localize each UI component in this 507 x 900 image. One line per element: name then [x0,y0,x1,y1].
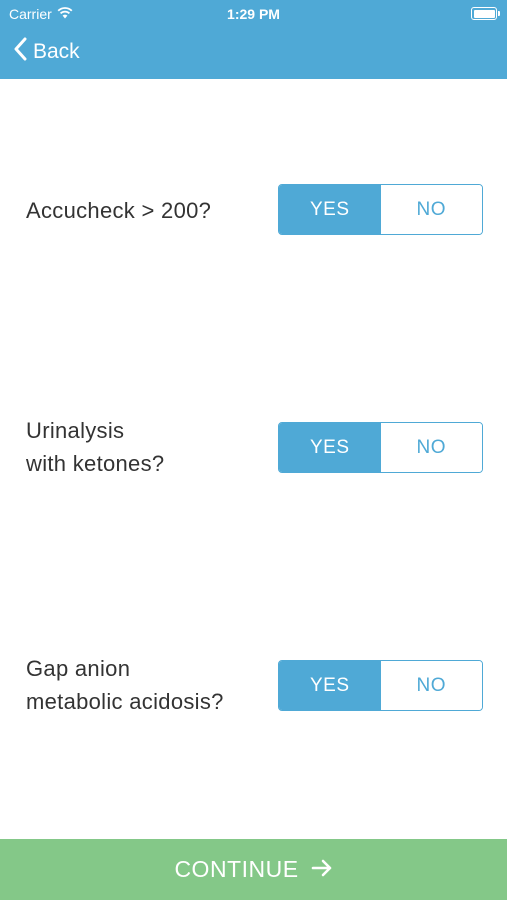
question-label-line: Urinalysis [26,418,125,443]
question-gap-anion: Gap anion metabolic acidosis? YES NO [0,656,507,714]
no-option[interactable]: NO [380,185,482,234]
chevron-left-icon [13,37,27,67]
yes-option[interactable]: YES [279,185,381,234]
yes-option[interactable]: YES [279,661,381,710]
question-label-line: metabolic acidosis? [26,689,224,714]
back-button[interactable]: Back [13,37,80,67]
back-label: Back [33,40,80,63]
no-option[interactable]: NO [380,661,482,710]
no-option[interactable]: NO [380,423,482,472]
question-label-line: Accucheck > 200? [26,198,212,223]
question-label: Accucheck > 200? [26,194,211,227]
arrow-right-icon [311,856,333,883]
question-label-line: with ketones? [26,451,165,476]
continue-label: CONTINUE [174,856,299,882]
top-header: Carrier 1:29 PM Back [0,0,507,79]
yes-no-toggle: YES NO [278,184,483,235]
question-label: Gap anion metabolic acidosis? [26,652,224,718]
question-label-line: Gap anion [26,656,131,681]
yes-option[interactable]: YES [279,423,381,472]
question-label: Urinalysis with ketones? [26,414,164,480]
battery-icon [471,7,500,20]
continue-button[interactable]: CONTINUE [0,839,507,900]
yes-no-toggle: YES NO [278,422,483,473]
status-time: 1:29 PM [227,6,280,22]
question-urinalysis: Urinalysis with ketones? YES NO [0,418,507,476]
yes-no-toggle: YES NO [278,660,483,711]
status-bar: Carrier 1:29 PM [0,0,507,28]
question-accucheck: Accucheck > 200? YES NO [0,184,507,236]
